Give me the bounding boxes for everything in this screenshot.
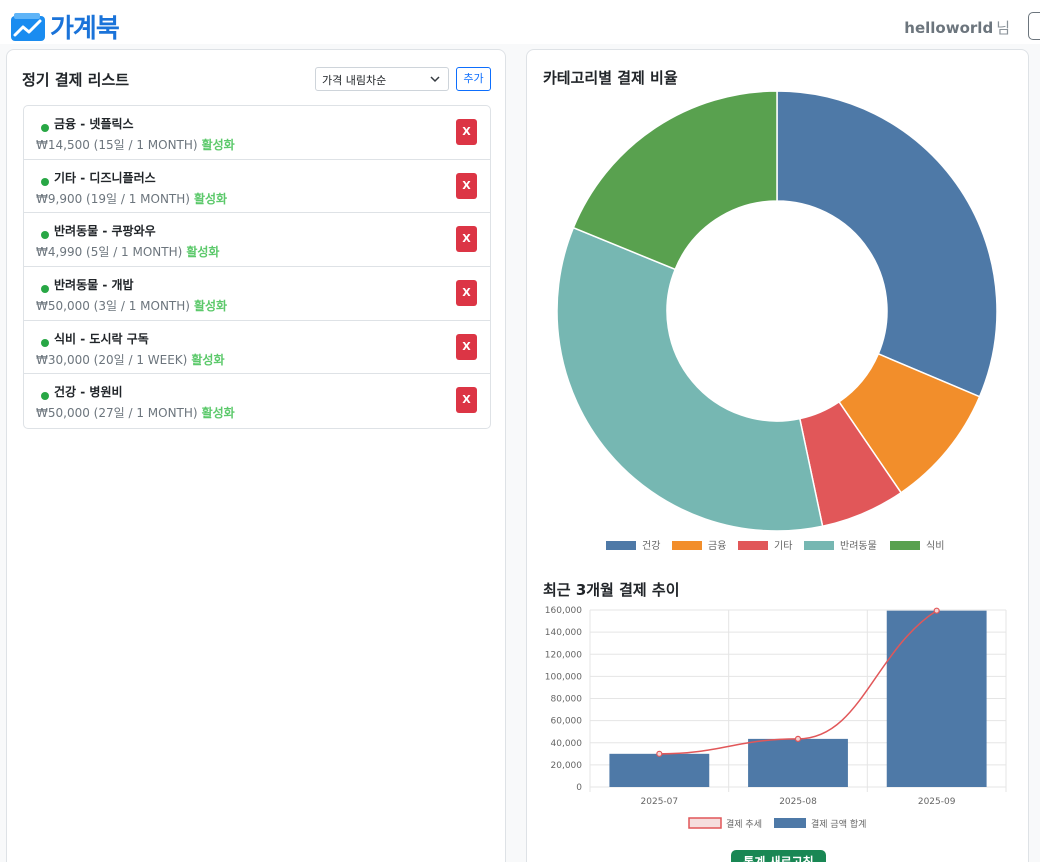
list-item: 기타 - 디즈니플러스 ₩9,900 (19일 / 1 MONTH) 활성화 X — [24, 160, 490, 214]
subscription-name: 금융 - 넷플릭스 — [54, 117, 134, 131]
user-menu-button[interactable] — [1028, 12, 1040, 40]
subscription-price: ₩50,000 (27일 / 1 MONTH) — [36, 406, 198, 421]
trend-point-2025-08[interactable] — [794, 735, 802, 742]
legend-swatch — [774, 818, 806, 828]
y-tick-label: 100,000 — [545, 672, 582, 682]
subscription-name: 기타 - 디즈니플러스 — [54, 170, 156, 185]
brand-logo[interactable]: 가계북 — [10, 8, 120, 45]
y-tick-label: 80,000 — [551, 695, 583, 705]
subscription-price: ₩50,000 (3일 / 1 MONTH) — [36, 299, 190, 314]
delete-button[interactable]: X — [456, 387, 477, 414]
active-dot-icon — [41, 392, 49, 401]
y-tick-label: 60,000 — [551, 717, 583, 727]
add-button[interactable]: 추가 — [456, 67, 491, 91]
active-dot-icon — [41, 124, 49, 132]
subscription-detail: ₩50,000 (27일 / 1 MONTH) 활성화 — [36, 404, 235, 421]
status-badge: 활성화 — [186, 245, 220, 260]
list-item: 반려동물 - 쿠팡와우 ₩4,990 (5일 / 1 MONTH) 활성화 X — [24, 213, 490, 268]
subscription-detail: ₩50,000 (3일 / 1 MONTH) 활성화 — [36, 297, 227, 314]
status-badge: 활성화 — [191, 352, 225, 367]
list-item: 금융 - 넷플릭스 ₩14,500 (15일 / 1 MONTH) 활성화 X — [24, 106, 490, 160]
legend-swatch — [688, 817, 722, 829]
trend-point-2025-07[interactable] — [656, 750, 663, 757]
username: helloworld — [904, 19, 994, 37]
legend-label: 결제 금액 합계 — [811, 818, 866, 830]
y-tick-label: 160,000 — [545, 606, 582, 616]
active-dot-icon — [41, 231, 49, 240]
subscription-price: ₩4,990 (5일 / 1 MONTH) — [36, 245, 183, 260]
chart-card: 카테고리별 결제 비율 건강 금융 기타 반려동물 식비 최근 3개월 결제 추이 02… — [526, 49, 1029, 862]
bar-2025-09[interactable] — [886, 610, 987, 787]
trend-point-2025-09[interactable] — [933, 607, 940, 614]
bar-2025-07[interactable] — [609, 753, 710, 787]
bar-2025-08[interactable] — [748, 738, 848, 787]
delete-button[interactable]: X — [456, 172, 477, 199]
subscription-price: ₩30,000 (20일 / 1 WEEK) — [36, 352, 188, 367]
delete-button[interactable]: X — [456, 119, 477, 145]
x-tick-label: 2025-08 — [779, 797, 817, 807]
subscription-list: 금융 - 넷플릭스 ₩14,500 (15일 / 1 MONTH) 활성화 X 기… — [23, 105, 491, 430]
refresh-stats-button[interactable]: 통계 새로고침 — [731, 850, 826, 862]
active-dot-icon — [41, 338, 49, 347]
subscription-name: 건강 - 병원비 — [54, 385, 123, 400]
status-badge: 활성화 — [193, 191, 228, 206]
monthly-trend-chart: 0 20,000 40,000 60,000 80,000 100,000 120,000 1… — [545, 606, 1007, 830]
y-tick-label: 40,000 — [551, 739, 583, 749]
user-greeting: helloworld 님 — [904, 17, 1010, 38]
subscription-name: 반려동물 - 개밥 — [54, 278, 134, 293]
status-badge: 활성화 — [201, 406, 235, 421]
subscription-detail: ₩14,500 (15일 / 1 MONTH) 활성화 — [36, 136, 235, 153]
y-tick-label: 140,000 — [545, 628, 582, 638]
x-tick-label: 2025-07 — [641, 797, 679, 807]
wallet-chart-icon — [11, 12, 45, 41]
subscription-price: ₩9,900 (19일 / 1 MONTH) — [36, 191, 190, 206]
y-tick-label: 0 — [576, 783, 582, 793]
user-suffix: 님 — [996, 19, 1010, 37]
delete-button[interactable]: X — [456, 280, 477, 307]
list-item: 식비 - 도시락 구독 ₩30,000 (20일 / 1 WEEK) 활성화 X — [24, 321, 490, 375]
subscription-detail: ₩4,990 (5일 / 1 MONTH) 활성화 — [36, 243, 219, 260]
list-item: 건강 - 병원비 ₩50,000 (27일 / 1 MONTH) 활성화 X — [24, 374, 490, 428]
subscription-list-title: 정기 결제 리스트 — [22, 71, 130, 89]
delete-button[interactable]: X — [456, 226, 477, 253]
subscription-card: 정기 결제 리스트 가격 내림차순 추가 금융 - 넷플릭스 ₩14,500 (… — [6, 49, 506, 862]
legend-label: 결제 추세 — [726, 819, 762, 830]
subscription-price: ₩14,500 (15일 / 1 MONTH) — [36, 138, 198, 152]
x-tick-label: 2025-09 — [918, 797, 956, 807]
active-dot-icon — [41, 177, 49, 186]
subscription-detail: ₩30,000 (20일 / 1 WEEK) 활성화 — [36, 351, 225, 368]
y-tick-label: 20,000 — [551, 761, 583, 771]
sort-select-value: 가격 내림차순 — [322, 74, 387, 87]
status-badge: 활성화 — [201, 138, 235, 152]
sort-select[interactable]: 가격 내림차순 — [315, 67, 449, 91]
list-item: 반려동물 - 개밥 ₩50,000 (3일 / 1 MONTH) 활성화 X — [24, 267, 490, 321]
subscription-name: 식비 - 도시락 구독 — [54, 331, 149, 346]
brand-name: 가계북 — [50, 14, 120, 44]
status-badge: 활성화 — [193, 299, 228, 314]
subscription-detail: ₩9,900 (19일 / 1 MONTH) 활성화 — [36, 190, 227, 207]
top-navbar: 가계북 helloworld 님 — [0, 0, 1040, 44]
chevron-down-icon — [430, 76, 440, 83]
active-dot-icon — [41, 285, 49, 294]
y-tick-label: 120,000 — [545, 650, 582, 660]
delete-button[interactable]: X — [456, 333, 477, 360]
subscription-name: 반려동물 - 쿠팡와우 — [54, 224, 156, 239]
